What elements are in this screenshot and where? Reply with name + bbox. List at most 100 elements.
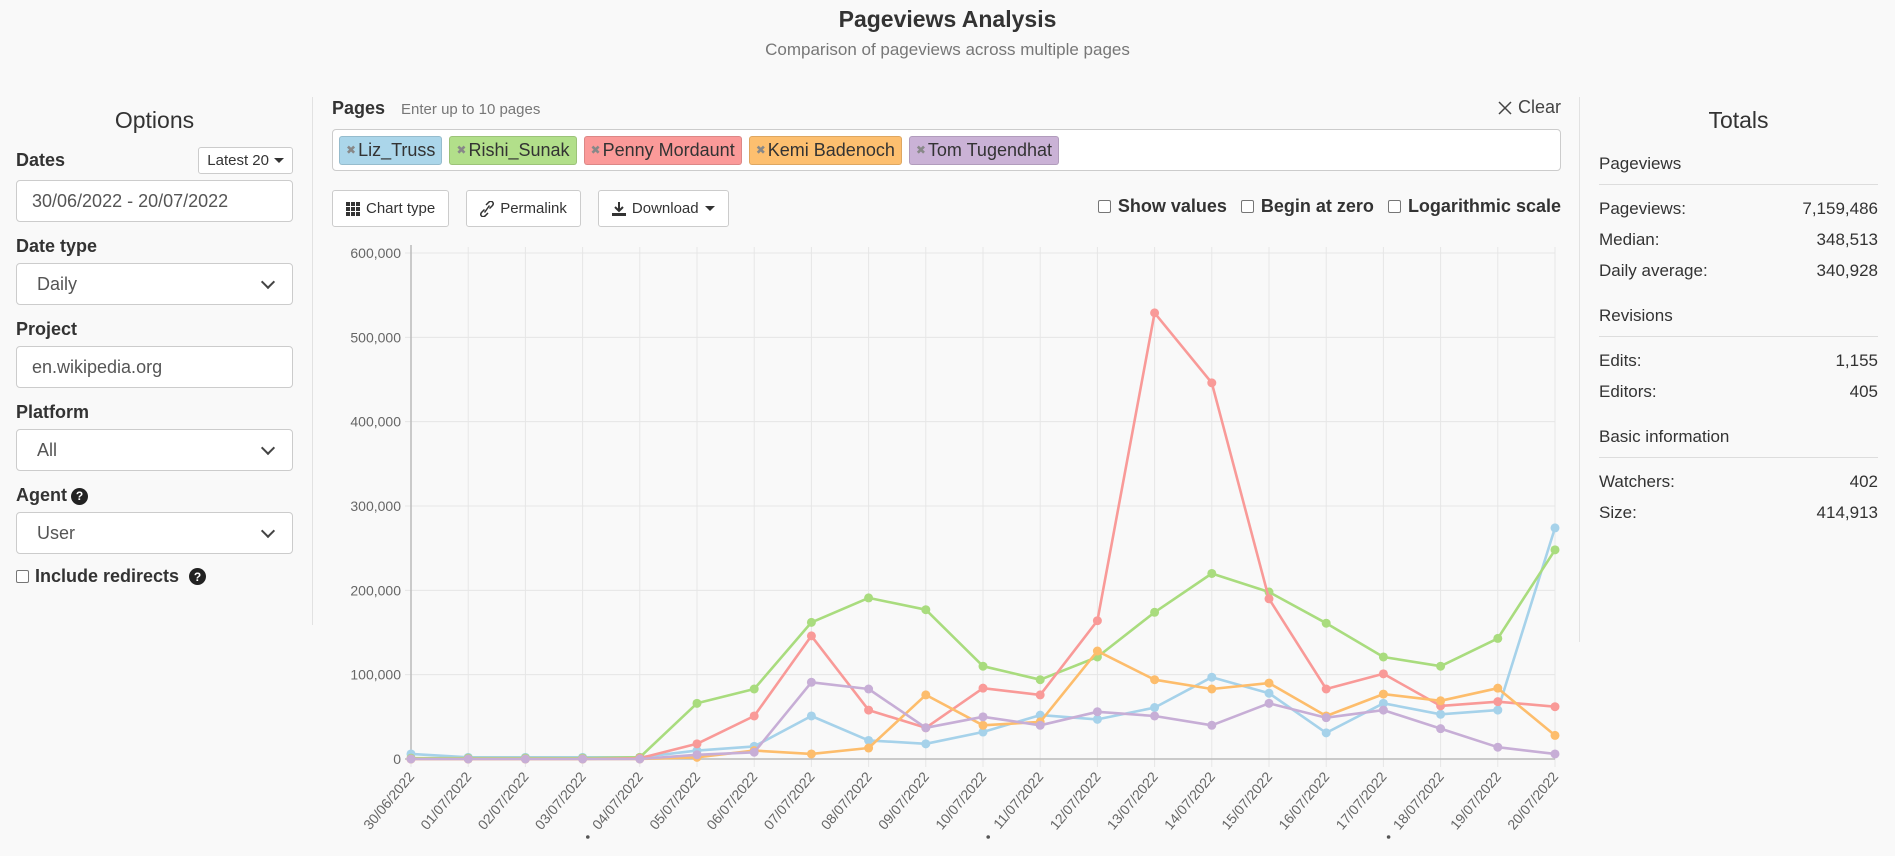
- data-point[interactable]: [1264, 678, 1274, 688]
- date-type-select[interactable]: Daily: [16, 263, 293, 305]
- data-point[interactable]: [1035, 690, 1045, 700]
- page-tag[interactable]: ✖ Rishi_Sunak: [449, 135, 577, 165]
- data-point[interactable]: [1378, 652, 1388, 662]
- data-point[interactable]: [1321, 618, 1331, 628]
- data-point[interactable]: [1550, 730, 1560, 740]
- data-point[interactable]: [1150, 675, 1160, 685]
- data-point[interactable]: [1436, 709, 1446, 719]
- data-point[interactable]: [1493, 742, 1503, 752]
- data-point[interactable]: [520, 754, 530, 764]
- data-point[interactable]: [1493, 697, 1503, 707]
- data-point[interactable]: [978, 720, 988, 730]
- data-point[interactable]: [921, 690, 931, 700]
- data-point[interactable]: [1150, 703, 1160, 713]
- data-point[interactable]: [1550, 545, 1560, 555]
- data-point[interactable]: [749, 747, 759, 757]
- data-point[interactable]: [1264, 698, 1274, 708]
- data-point[interactable]: [1321, 713, 1331, 723]
- data-point[interactable]: [1035, 720, 1045, 730]
- data-point[interactable]: [1092, 646, 1102, 656]
- remove-tag-icon[interactable]: ✖: [916, 143, 926, 157]
- data-point[interactable]: [1493, 705, 1503, 715]
- data-point[interactable]: [1207, 720, 1217, 730]
- platform-select[interactable]: All: [16, 429, 293, 471]
- data-point[interactable]: [978, 683, 988, 693]
- latest-dropdown-button[interactable]: Latest 20: [198, 146, 293, 174]
- data-point[interactable]: [1207, 672, 1217, 682]
- begin-at-zero-checkbox[interactable]: [1240, 200, 1254, 213]
- data-point[interactable]: [806, 711, 816, 721]
- data-point[interactable]: [978, 712, 988, 722]
- data-point[interactable]: [806, 631, 816, 641]
- page-tag[interactable]: ✖ Tom Tugendhat: [908, 135, 1060, 165]
- chart-type-button[interactable]: Chart type: [332, 190, 450, 227]
- data-point[interactable]: [921, 739, 931, 749]
- help-icon[interactable]: ?: [189, 568, 207, 585]
- data-point[interactable]: [1436, 724, 1446, 734]
- page-tag[interactable]: ✖ Liz_Truss: [339, 135, 443, 165]
- log-scale-checkbox[interactable]: [1387, 200, 1401, 213]
- data-point[interactable]: [1378, 669, 1388, 679]
- data-point[interactable]: [1436, 661, 1446, 671]
- data-point[interactable]: [1035, 675, 1045, 685]
- data-point[interactable]: [1378, 705, 1388, 715]
- pages-tag-input[interactable]: ✖ Liz_Truss ✖ Rishi_Sunak ✖ Penny Mordaunt ✖ Ke…: [332, 129, 1561, 171]
- data-point[interactable]: [864, 743, 874, 753]
- data-point[interactable]: [806, 749, 816, 759]
- data-point[interactable]: [1550, 702, 1560, 712]
- data-point[interactable]: [1207, 378, 1217, 388]
- data-point[interactable]: [864, 705, 874, 715]
- data-point[interactable]: [978, 661, 988, 671]
- data-point[interactable]: [1207, 684, 1217, 694]
- download-button[interactable]: Download: [597, 190, 729, 227]
- permalink-button[interactable]: Permalink: [466, 190, 581, 227]
- data-point[interactable]: [749, 684, 759, 694]
- options-heading: Options: [114, 107, 195, 133]
- data-point[interactable]: [406, 754, 416, 764]
- data-point[interactable]: [1264, 594, 1274, 604]
- data-point[interactable]: [1150, 711, 1160, 721]
- remove-tag-icon[interactable]: ✖: [346, 143, 356, 157]
- data-point[interactable]: [921, 723, 931, 733]
- data-point[interactable]: [1150, 607, 1160, 617]
- data-point[interactable]: [1207, 568, 1217, 578]
- data-point[interactable]: [578, 754, 588, 764]
- watchers-label: Watchers:: [1599, 472, 1675, 491]
- data-point[interactable]: [635, 754, 645, 764]
- help-icon[interactable]: ?: [71, 487, 88, 505]
- data-point[interactable]: [1321, 728, 1331, 738]
- data-point[interactable]: [1150, 308, 1160, 318]
- data-point[interactable]: [921, 605, 931, 615]
- data-point[interactable]: [1092, 616, 1102, 626]
- data-point[interactable]: [1550, 749, 1560, 759]
- data-point[interactable]: [806, 617, 816, 627]
- data-point[interactable]: [1092, 707, 1102, 717]
- agent-select[interactable]: User: [16, 512, 293, 554]
- data-point[interactable]: [692, 739, 702, 749]
- project-input[interactable]: en.wikipedia.org: [16, 346, 293, 388]
- data-point[interactable]: [806, 677, 816, 687]
- remove-tag-icon[interactable]: ✖: [456, 143, 466, 157]
- page-tag[interactable]: ✖ Penny Mordaunt: [583, 135, 742, 165]
- data-point[interactable]: [1436, 696, 1446, 706]
- date-range-input[interactable]: 30/06/2022 - 20/07/2022: [16, 180, 293, 222]
- data-point[interactable]: [864, 684, 874, 694]
- data-point[interactable]: [1264, 688, 1274, 698]
- clear-button[interactable]: Clear: [1498, 97, 1561, 118]
- data-point[interactable]: [463, 754, 473, 764]
- remove-tag-icon[interactable]: ✖: [756, 143, 766, 157]
- close-icon: [1498, 100, 1512, 115]
- data-point[interactable]: [1321, 684, 1331, 694]
- data-point[interactable]: [1378, 689, 1388, 699]
- data-point[interactable]: [692, 698, 702, 708]
- page-tag[interactable]: ✖ Kemi Badenoch: [748, 135, 902, 165]
- remove-tag-icon[interactable]: ✖: [591, 143, 601, 157]
- show-values-checkbox[interactable]: [1097, 200, 1111, 213]
- data-point[interactable]: [1550, 523, 1560, 533]
- data-point[interactable]: [692, 750, 702, 760]
- data-point[interactable]: [1493, 633, 1503, 643]
- data-point[interactable]: [1493, 683, 1503, 693]
- data-point[interactable]: [749, 711, 759, 721]
- data-point[interactable]: [864, 593, 874, 603]
- include-redirects-checkbox[interactable]: [16, 570, 29, 583]
